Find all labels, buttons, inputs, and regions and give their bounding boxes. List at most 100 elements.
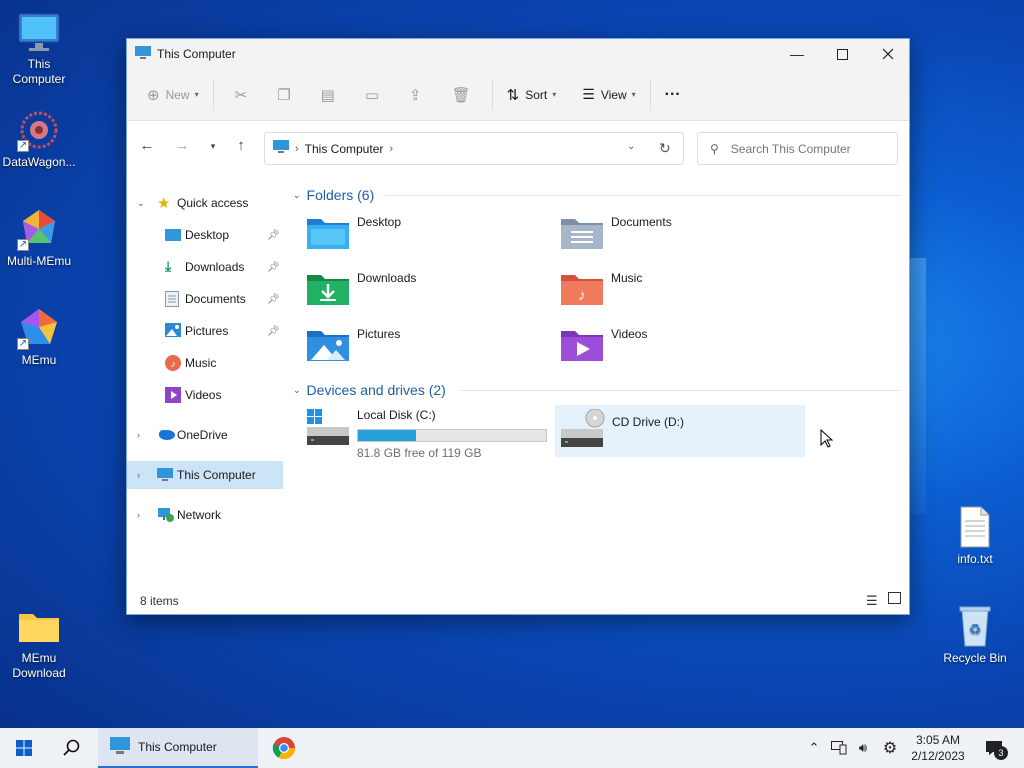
chevron-down-icon: ⌄ (137, 197, 145, 208)
drive-tile-c[interactable]: Local Disk (C:) 81.8 GB free of 119 GB (289, 405, 551, 460)
folder-tile-documents[interactable]: Documents (543, 209, 793, 259)
cut-button[interactable]: ✂ (220, 79, 263, 111)
monitor-icon (110, 736, 130, 758)
breadcrumb-separator-icon[interactable]: › (389, 143, 393, 155)
search-box[interactable]: ⚲ Search This Computer (697, 132, 898, 165)
volume-icon[interactable]: 🔊︎ (852, 728, 874, 768)
drive-tile-d[interactable]: CD Drive (D:) (555, 405, 805, 457)
nav-music[interactable]: ♪ Music (127, 349, 283, 377)
chevron-down-icon: ▾ (194, 90, 199, 99)
status-bar: 8 items ☰ (127, 588, 909, 614)
up-button[interactable]: ↑ (230, 137, 252, 154)
new-button[interactable]: ⊕ New ▾ (139, 79, 207, 111)
breadcrumb-this-computer[interactable]: This Computer (305, 142, 384, 156)
nav-desktop[interactable]: Desktop 📌︎ (127, 221, 283, 249)
desktop-icon-recycle-bin[interactable]: ♻ Recycle Bin (937, 604, 1013, 666)
network-tray-icon[interactable] (828, 728, 850, 768)
folder-tile-videos[interactable]: Videos (543, 321, 793, 371)
folder-tile-desktop[interactable]: Desktop (289, 209, 539, 259)
rename-button[interactable]: ▭ (350, 79, 394, 111)
pin-icon[interactable]: 📌︎ (267, 262, 280, 273)
toolbar-divider (649, 79, 651, 110)
address-dropdown-button[interactable]: ⌄ (627, 141, 635, 152)
address-row: ← → ▾ ↑ › This Computer › ⌄ ↻ ⚲ Search T… (127, 121, 909, 175)
desktop-icon-info-txt[interactable]: info.txt (937, 505, 1013, 567)
maximize-button[interactable] (819, 39, 865, 69)
window-title: This Computer (157, 47, 236, 61)
new-label: New (165, 87, 190, 102)
svg-text:♻: ♻ (969, 621, 982, 637)
close-button[interactable] (865, 39, 911, 69)
back-button[interactable]: ← (136, 137, 158, 154)
group-divider (461, 390, 901, 391)
desktop-folder-icon (307, 215, 349, 249)
desktop-icon-this-computer[interactable]: This Computer (1, 10, 77, 87)
nav-quick-access[interactable]: ⌄ ★ Quick access (127, 189, 283, 217)
desktop-icon-multi-memu[interactable]: ↗ Multi-MEmu (1, 207, 77, 269)
pin-icon[interactable]: 📌︎ (267, 230, 280, 241)
desktop-icon-label: Multi-MEmu (6, 254, 71, 268)
taskbar-app-this-computer[interactable]: This Computer (98, 728, 258, 768)
nav-network[interactable]: › Network (127, 501, 283, 529)
refresh-button[interactable]: ↻ (659, 140, 671, 157)
folder-tile-music[interactable]: ♪ Music (543, 265, 793, 315)
forward-button[interactable]: → (171, 137, 193, 154)
pin-icon[interactable]: 📌︎ (267, 294, 280, 305)
nav-downloads[interactable]: ⤓ Downloads 📌︎ (127, 253, 283, 281)
nav-videos[interactable]: Videos (127, 381, 283, 409)
folder-tile-downloads[interactable]: Downloads (289, 265, 539, 315)
pin-icon[interactable]: 📌︎ (267, 326, 280, 337)
folder-name: Desktop (357, 215, 402, 229)
star-icon: ★ (157, 195, 171, 212)
desktop-icon-memu-download[interactable]: MEmu Download (1, 604, 77, 681)
view-button[interactable]: ☰ View ▾ (574, 79, 643, 111)
folders-group-header[interactable]: ⌄ Folders (6) (293, 187, 374, 203)
drive-name: CD Drive (D:) (612, 415, 684, 429)
windows-logo-icon (16, 740, 32, 756)
nav-onedrive[interactable]: › OneDrive (127, 421, 283, 449)
title-bar[interactable]: This Computer — (127, 39, 909, 69)
rename-icon: ▭ (364, 86, 380, 104)
nav-documents[interactable]: Documents 📌︎ (127, 285, 283, 313)
start-button[interactable] (0, 728, 48, 768)
minimize-button[interactable]: — (774, 39, 820, 69)
delete-button[interactable]: 🗑︎ (437, 79, 486, 111)
clock-date: 2/12/2023 (911, 749, 965, 763)
search-button[interactable] (50, 728, 94, 768)
drive-name: Local Disk (C:) (357, 408, 436, 422)
svg-text:♪: ♪ (578, 287, 586, 304)
file-explorer-window[interactable]: This Computer — ⊕ New ▾ ✂ ❐ ▤ ▭ ⇪ 🗑︎ ⇅ S… (126, 38, 910, 615)
chevron-down-icon: ▾ (631, 90, 636, 99)
folder-tile-pictures[interactable]: Pictures (289, 321, 539, 371)
settings-gear-icon[interactable]: ⚙ (878, 728, 902, 768)
copy-button[interactable]: ❐ (262, 79, 305, 111)
desktop-icon-memu[interactable]: ↗ MEmu (1, 306, 77, 368)
shortcut-arrow-icon: ↗ (17, 239, 29, 251)
downloads-folder-icon (307, 271, 349, 305)
more-options-button[interactable]: ··· (657, 79, 689, 111)
cloud-icon (157, 428, 175, 444)
clock[interactable]: 3:05 AM 2/12/2023 (904, 728, 972, 768)
tiles-view-icon[interactable] (888, 592, 901, 608)
address-bar[interactable]: › This Computer › ⌄ ↻ (264, 132, 684, 165)
chevron-down-icon: ▾ (552, 90, 557, 99)
drive-free-space: 81.8 GB free of 119 GB (357, 446, 482, 460)
sort-button[interactable]: ⇅ Sort ▾ (499, 79, 565, 111)
nav-pictures[interactable]: Pictures 📌︎ (127, 317, 283, 345)
show-hidden-icons-button[interactable]: ⌃ (804, 728, 824, 768)
nav-this-computer[interactable]: › This Computer (127, 461, 283, 489)
share-button[interactable]: ⇪ (394, 79, 437, 111)
more-icon: ··· (664, 85, 681, 103)
paste-button[interactable]: ▤ (306, 79, 350, 111)
nav-label: OneDrive (177, 428, 228, 442)
recent-locations-button[interactable]: ▾ (202, 141, 224, 152)
recycle-bin-icon: ♻ (953, 604, 997, 648)
share-icon: ⇪ (409, 86, 422, 104)
desktop-icon-label: info.txt (957, 552, 993, 566)
taskbar-app-chrome[interactable] (262, 728, 306, 768)
desktop-icon-datawagon[interactable]: ↗ DataWagon... (1, 108, 77, 170)
details-view-icon[interactable]: ☰ (866, 593, 878, 609)
nav-label: Music (185, 356, 217, 370)
drives-group-header[interactable]: ⌄ Devices and drives (2) (293, 382, 446, 398)
notification-button[interactable]: 3 (978, 728, 1010, 768)
